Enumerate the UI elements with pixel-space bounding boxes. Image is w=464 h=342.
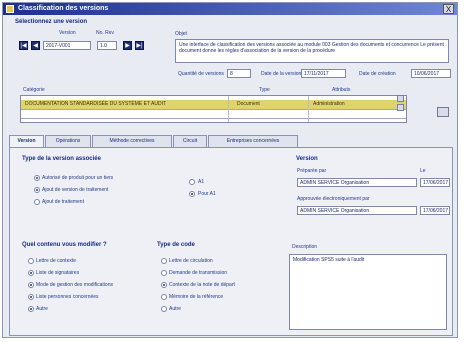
radio-option[interactable] — [28, 306, 34, 312]
radio-label: Autorisé de produit pour un tiers — [42, 175, 114, 181]
radio-label: Autre — [169, 306, 181, 312]
prepared-label: Préparée par — [297, 168, 327, 174]
approved-label: Approuvée électroniquement par — [297, 196, 370, 202]
date-column-header: Le — [420, 168, 426, 174]
date2-label: Date de création — [359, 71, 396, 77]
window-title: Classification des versions — [18, 5, 109, 12]
column-divider — [308, 96, 309, 122]
prepared-date-input[interactable]: 17/06/2017 — [420, 178, 450, 187]
tab-entreprises-concernees[interactable]: Entreprises concernées — [208, 135, 298, 147]
radio-option[interactable] — [161, 306, 167, 312]
printer-icon[interactable] — [437, 107, 449, 117]
qty-label: Quantité de versions — [178, 71, 224, 77]
radio-label: Demande de transmission — [169, 270, 228, 276]
table-cell: Document — [237, 101, 260, 107]
radio-option[interactable] — [34, 175, 40, 181]
radio-label: Mémoire de la référence — [169, 294, 224, 300]
scroll-up-button[interactable] — [397, 95, 404, 102]
rev-label: No. Rev — [96, 30, 115, 36]
radio-label: Lettre de circulation — [169, 258, 213, 264]
radio-label: Autre — [36, 306, 48, 312]
description-label: Description — [292, 244, 318, 250]
tab-operations[interactable]: Opérations — [45, 135, 91, 147]
radio-label: Mode de gestion des modifications — [36, 282, 113, 288]
radio-label: Lettre de contexte — [36, 258, 77, 264]
code-type-heading: Type de code — [157, 242, 195, 248]
column-divider — [228, 96, 229, 122]
col-attributs: Attributs — [332, 87, 351, 93]
radio-label: Liste de signataires — [36, 270, 80, 276]
prepared-by-input[interactable]: ADMIN SERVICE Organisation — [297, 178, 417, 187]
col-type: Type — [259, 87, 270, 93]
title-bar: Classification des versions X — [3, 3, 457, 15]
radio-option[interactable] — [28, 258, 34, 264]
radio-label: Ajout de traitement — [42, 199, 84, 205]
selection-heading: Sélectionnez une version — [15, 19, 88, 25]
version-box-heading: Version — [296, 156, 318, 162]
tab-methode-correctives[interactable]: Méthode correctives — [92, 135, 172, 147]
radio-option[interactable] — [189, 179, 195, 185]
table-cell: DOCUMENTATION STANDARDISÉE DU SYSTÈME ET… — [25, 101, 167, 107]
prev-button[interactable]: ◀ — [31, 41, 40, 50]
version-type-heading: Type de la version associée — [22, 156, 101, 162]
revision-input[interactable]: 1.0 — [97, 41, 117, 50]
col-categorie: Catégorie — [23, 87, 45, 93]
date2-input[interactable]: 10/06/2017 — [411, 69, 451, 78]
radio-option[interactable] — [161, 258, 167, 264]
radio-option[interactable] — [161, 294, 167, 300]
radio-label: Contexte de la note de départ — [169, 282, 235, 288]
row-divider — [21, 109, 406, 110]
description-textarea[interactable]: Modification SPS5 suite à l'audit — [289, 254, 447, 330]
version-label: Version — [59, 30, 76, 36]
approved-date-input[interactable]: 17/06/2017 — [420, 206, 450, 215]
radio-option[interactable] — [161, 270, 167, 276]
close-button[interactable]: X — [443, 4, 454, 14]
radio-label: Liste personnes concernées — [36, 294, 99, 300]
date-input[interactable]: 17/11/2017 — [301, 69, 346, 78]
radio-option[interactable] — [161, 282, 167, 288]
radio-option[interactable] — [34, 199, 40, 205]
version-input[interactable]: 2017-V001 — [43, 41, 91, 50]
row-divider — [21, 118, 406, 119]
radio-option[interactable] — [34, 187, 40, 193]
next-button[interactable]: ▶ — [123, 41, 132, 50]
objet-label: Objet — [175, 31, 187, 37]
first-button[interactable]: |◀ — [19, 41, 28, 50]
app-icon — [6, 5, 14, 13]
radio-option[interactable] — [189, 191, 195, 197]
qty-input[interactable]: 8 — [227, 69, 251, 78]
radio-label: Ajout de version de traitement — [42, 187, 109, 193]
radio-option[interactable] — [28, 294, 34, 300]
radio-option[interactable] — [28, 270, 34, 276]
approved-by-input[interactable]: ADMIN SERVICE Organisation — [297, 206, 417, 215]
scroll-down-button[interactable] — [397, 104, 404, 111]
table-cell: Administration — [313, 101, 345, 107]
version-tab-panel: Type de la version associée Autorisé de … — [9, 147, 453, 336]
date-label: Date de la version — [261, 71, 302, 77]
categories-table: DOCUMENTATION STANDARDISÉE DU SYSTÈME ET… — [20, 95, 407, 123]
main-window: Classification des versions X Sélectionn… — [2, 2, 458, 338]
modify-heading: Quel contenu vous modifier ? — [22, 242, 107, 248]
radio-option[interactable] — [28, 282, 34, 288]
objet-textarea[interactable]: Une interface de classification des vers… — [175, 39, 449, 63]
radio-label: Pour A1 — [198, 191, 216, 197]
tab-circuit[interactable]: Circuit — [173, 135, 207, 147]
radio-label: A1 — [198, 179, 205, 185]
last-button[interactable]: ▶| — [135, 41, 144, 50]
